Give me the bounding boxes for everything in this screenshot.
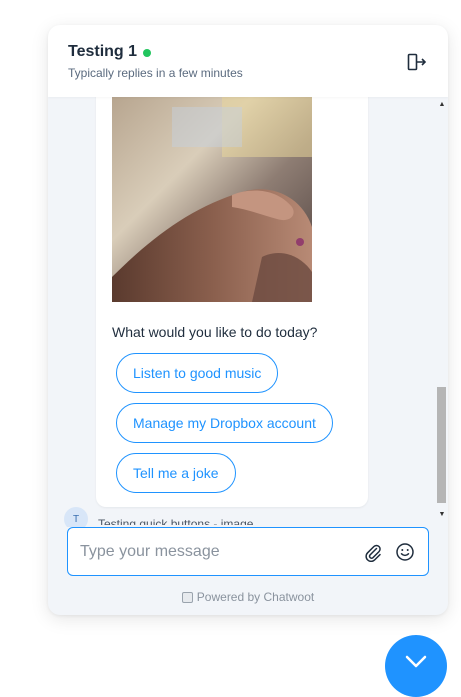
paperclip-icon (365, 544, 381, 562)
attach-button[interactable] (362, 541, 384, 563)
message-input[interactable] (80, 542, 352, 561)
hand-photo-image (112, 97, 312, 302)
message-image[interactable] (112, 97, 312, 302)
agent-title: Testing 1 (68, 43, 138, 60)
chat-header: Testing 1 Typically replies in a few min… (48, 25, 448, 97)
chatwoot-logo-icon (181, 591, 193, 603)
reply-time-subtitle: Typically replies in a few minutes (68, 66, 243, 80)
agent-avatar: T (64, 507, 88, 527)
logout-icon (407, 53, 427, 71)
question-text: What would you like to do today? (112, 324, 318, 340)
logout-button[interactable] (406, 52, 428, 72)
chat-widget: Testing 1 Typically replies in a few min… (48, 25, 448, 615)
close-widget-button[interactable] (385, 635, 447, 697)
option-button-music[interactable]: Listen to good music (116, 353, 279, 393)
emoji-button[interactable] (394, 541, 416, 563)
scrollbar-thumb[interactable] (437, 387, 446, 503)
next-message-preview: Testing quick buttons - image (98, 517, 254, 525)
option-button-joke[interactable]: Tell me a joke (116, 453, 236, 493)
scrollbar[interactable]: ▲ ▼ (436, 97, 448, 527)
powered-by-branding[interactable]: Powered by Chatwoot (48, 590, 448, 604)
option-button-dropbox[interactable]: Manage my Dropbox account (116, 403, 333, 443)
emoji-icon (396, 542, 414, 561)
scroll-up-arrow-icon[interactable]: ▲ (438, 101, 446, 109)
chevron-down-icon (405, 655, 427, 668)
powered-by-text: Powered by Chatwoot (196, 590, 315, 604)
online-status-dot (143, 48, 152, 57)
message-bubble: What would you like to do today? Listen … (96, 97, 368, 507)
conversation-area: What would you like to do today? Listen … (48, 97, 448, 527)
message-composer (67, 527, 429, 576)
title-row: Testing 1 (68, 43, 428, 61)
scroll-down-arrow-icon[interactable]: ▼ (438, 511, 446, 519)
